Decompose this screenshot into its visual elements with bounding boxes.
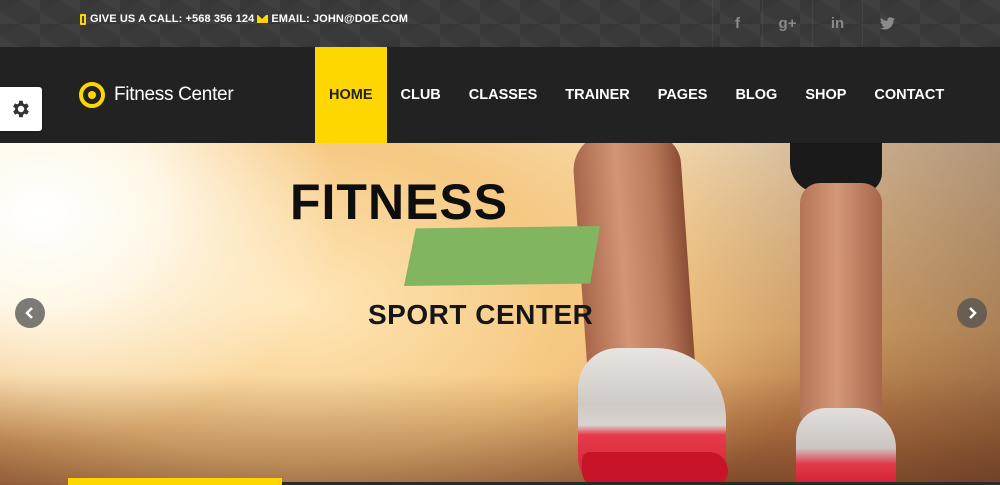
hero-slider: FITNESS SPORT CENTER — [0, 143, 1000, 485]
settings-button[interactable] — [0, 87, 42, 131]
facebook-icon[interactable]: f — [712, 0, 762, 47]
social-links: f g+ in — [712, 0, 912, 47]
hero-subtitle: SPORT CENTER — [368, 299, 594, 330]
mail-icon — [257, 15, 269, 23]
call-text: GIVE US A CALL: +568 356 124 — [90, 13, 255, 25]
nav-item-home[interactable]: HOME — [315, 47, 387, 143]
slider-next-button[interactable] — [957, 298, 987, 328]
email-text[interactable]: EMAIL: JOHN@DOE.COM — [271, 13, 408, 25]
logo-icon — [79, 82, 105, 108]
logo-text: Fitness Center — [114, 84, 234, 105]
section-accent-bar — [68, 478, 282, 485]
phone-icon — [80, 13, 86, 25]
nav-item-club[interactable]: CLUB — [387, 47, 455, 143]
hero-title: FITNESS — [290, 174, 509, 230]
main-nav: HOME CLUB CLASSES TRAINER PAGES BLOG SHO… — [315, 47, 958, 143]
linkedin-icon[interactable]: in — [812, 0, 862, 47]
top-bar: GIVE US A CALL: +568 356 124 EMAIL: JOHN… — [0, 0, 1000, 47]
chevron-right-icon — [969, 307, 977, 319]
site-logo[interactable]: Fitness Center — [79, 82, 234, 108]
runner-shoe-image — [796, 408, 896, 485]
runner-leg-image — [800, 183, 882, 423]
nav-item-classes[interactable]: CLASSES — [455, 47, 552, 143]
runner-shoe-image — [578, 348, 728, 485]
slider-prev-button[interactable] — [15, 298, 45, 328]
hero-accent-shape — [404, 226, 600, 286]
nav-item-shop[interactable]: SHOP — [791, 47, 860, 143]
main-header: Fitness Center HOME CLUB CLASSES TRAINER… — [0, 47, 1000, 143]
contact-info: GIVE US A CALL: +568 356 124 EMAIL: JOHN… — [80, 13, 408, 25]
nav-item-contact[interactable]: CONTACT — [860, 47, 958, 143]
gear-icon — [13, 100, 29, 118]
twitter-icon[interactable] — [862, 0, 912, 47]
nav-item-blog[interactable]: BLOG — [721, 47, 791, 143]
nav-item-pages[interactable]: PAGES — [644, 47, 722, 143]
chevron-left-icon — [25, 307, 33, 319]
nav-item-trainer[interactable]: TRAINER — [551, 47, 643, 143]
google-plus-icon[interactable]: g+ — [762, 0, 812, 47]
